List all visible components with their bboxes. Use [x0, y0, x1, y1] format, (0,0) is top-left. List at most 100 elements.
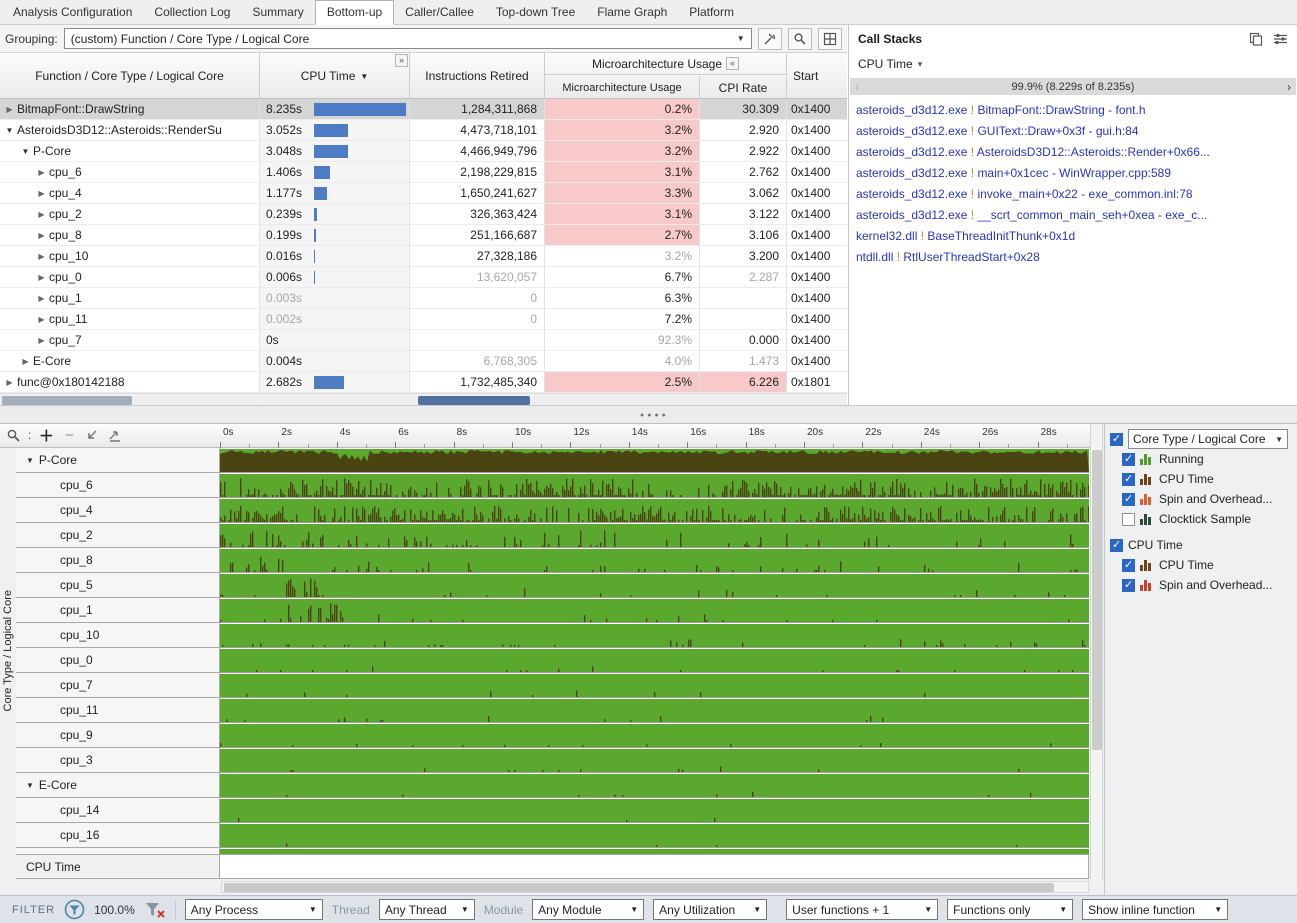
scroll-thumb[interactable] [224, 883, 1054, 892]
expand-icon[interactable]: ▶ [20, 357, 31, 366]
filter-badge-icon[interactable] [64, 899, 85, 920]
collapse-icon[interactable]: ▼ [20, 147, 31, 156]
table-row[interactable]: ▶cpu_00.006s13,620,0576.7%2.2870x1400 [0, 267, 847, 288]
timeline-row-label[interactable]: cpu_14 [16, 798, 220, 823]
table-row[interactable]: ▶cpu_110.002s07.2%0x1400 [0, 309, 847, 330]
expand-icon[interactable]: ▶ [36, 252, 47, 261]
grid-horizontal-scrollbar[interactable] [0, 393, 847, 405]
timeline-track[interactable] [220, 698, 1089, 723]
tab-summary[interactable]: Summary [241, 2, 314, 24]
stack-metric-select[interactable]: CPU Time ▾ [849, 52, 1297, 76]
zoom-fit-button[interactable] [84, 427, 100, 443]
expand-icon[interactable]: ▶ [4, 378, 15, 387]
stack-frame[interactable]: asteroids_d3d12.exe ! invoke_main+0x22 -… [849, 184, 1297, 205]
search-button[interactable] [788, 28, 812, 50]
timeline-track[interactable] [220, 823, 1089, 848]
table-row[interactable]: ▶cpu_10.003s06.3%0x1400 [0, 288, 847, 309]
table-row[interactable]: ▶cpu_70s92.3%0.0000x1400 [0, 330, 847, 351]
expand-icon[interactable]: ▶ [4, 105, 15, 114]
timeline-track[interactable] [220, 573, 1089, 598]
column-header-instructions[interactable]: Instructions Retired [410, 53, 545, 99]
inline-mode-filter[interactable]: Show inline function▼ [1082, 899, 1228, 920]
loop-mode-filter[interactable]: Functions only▼ [947, 899, 1073, 920]
column-settings-button[interactable] [818, 28, 842, 50]
stack-frame[interactable]: ntdll.dll ! RtlUserThreadStart+0x28 [849, 247, 1297, 268]
table-row[interactable]: ▼AsteroidsD3D12::Asteroids::RenderSu3.05… [0, 120, 847, 141]
table-row[interactable]: ▶cpu_20.239s326,363,4243.1%3.1220x1400 [0, 204, 847, 225]
expand-icon[interactable]: ▶ [36, 294, 47, 303]
collapse-column-icon[interactable]: « [726, 57, 739, 70]
zoom-in-button[interactable]: ＋ [38, 427, 54, 443]
timeline-track[interactable] [220, 623, 1089, 648]
call-stack-mode-filter[interactable]: User functions + 1▼ [786, 899, 938, 920]
timeline-track[interactable] [220, 448, 1089, 473]
timeline-row-label[interactable]: cpu_7 [16, 673, 220, 698]
tab-top-down-tree[interactable]: Top-down Tree [485, 2, 586, 24]
timeline-row-label[interactable]: cpu_11 [16, 698, 220, 723]
timeline-row-label[interactable]: ▼E-Core [16, 773, 220, 798]
table-row[interactable]: ▶cpu_41.177s1,650,241,6273.3%3.0620x1400 [0, 183, 847, 204]
scroll-track[interactable] [0, 395, 259, 405]
zoom-tool-icon[interactable] [5, 427, 21, 443]
timeline-horizontal-scrollbar[interactable] [221, 881, 1089, 893]
checkbox[interactable] [1110, 539, 1123, 552]
column-header-cpu-time[interactable]: CPU Time ▼ » [260, 53, 410, 99]
time-ruler-ticks[interactable]: 0s2s4s6s8s10s12s14s16s18s20s22s24s26s28s [220, 424, 1089, 448]
next-stack-button[interactable]: › [1282, 80, 1296, 94]
stack-frame[interactable]: asteroids_d3d12.exe ! GUIText::Draw+0x3f… [849, 121, 1297, 142]
timeline-row-label[interactable]: cpu_10 [16, 623, 220, 648]
timeline-track[interactable] [220, 523, 1089, 548]
grouping-select[interactable]: (custom) Function / Core Type / Logical … [64, 28, 752, 49]
utilization-filter[interactable]: Any Utilization▼ [653, 899, 767, 920]
timeline-track[interactable] [220, 473, 1089, 498]
tab-flame-graph[interactable]: Flame Graph [586, 2, 678, 24]
checkbox[interactable] [1122, 579, 1135, 592]
timeline-row-label[interactable]: cpu_1 [16, 598, 220, 623]
timeline-track[interactable] [220, 748, 1089, 773]
checkbox[interactable] [1122, 473, 1135, 486]
expand-column-icon[interactable]: » [395, 54, 408, 67]
tab-collection-log[interactable]: Collection Log [143, 2, 241, 24]
settings-sliders-icon[interactable] [1273, 32, 1288, 46]
expand-icon[interactable]: ▶ [36, 315, 47, 324]
timeline-track[interactable] [220, 548, 1089, 573]
expand-icon[interactable]: ▶ [36, 168, 47, 177]
timeline-track[interactable] [220, 723, 1089, 748]
timeline-vertical-scrollbar[interactable] [1090, 424, 1103, 879]
customize-grouping-button[interactable] [758, 28, 782, 50]
copy-icon[interactable] [1249, 32, 1263, 46]
timeline-track[interactable] [220, 673, 1089, 698]
zoom-region-button[interactable] [107, 427, 123, 443]
checkbox[interactable] [1122, 493, 1135, 506]
timeline-row-label[interactable]: cpu_8 [16, 548, 220, 573]
checkbox[interactable] [1122, 559, 1135, 572]
previous-stack-button[interactable]: ‹ [850, 80, 864, 94]
expand-icon[interactable]: ▶ [36, 273, 47, 282]
table-row[interactable]: ▶BitmapFont::DrawString8.235s1,284,311,8… [0, 99, 847, 120]
checkbox[interactable] [1122, 513, 1135, 526]
timeline-row-label[interactable]: cpu_3 [16, 748, 220, 773]
expand-icon[interactable]: ▶ [36, 231, 47, 240]
timeline-row-label[interactable]: cpu_5 [16, 573, 220, 598]
stack-frame[interactable]: asteroids_d3d12.exe ! main+0x1cec - WinW… [849, 163, 1297, 184]
stack-frame[interactable]: asteroids_d3d12.exe ! __scrt_common_main… [849, 205, 1297, 226]
table-row[interactable]: ▶cpu_80.199s251,166,6872.7%3.1060x1400 [0, 225, 847, 246]
column-header-start[interactable]: Start [787, 53, 847, 99]
table-row[interactable]: ▶E-Core0.004s6,768,3054.0%1.4730x1400 [0, 351, 847, 372]
column-header-function[interactable]: Function / Core Type / Logical Core [0, 53, 260, 99]
timeline-track[interactable] [220, 648, 1089, 673]
tab-bottom-up[interactable]: Bottom-up [315, 0, 394, 25]
scroll-track[interactable] [260, 395, 846, 405]
scroll-thumb[interactable] [418, 396, 530, 405]
collapse-icon[interactable]: ▼ [26, 781, 34, 790]
stack-frame[interactable]: asteroids_d3d12.exe ! BitmapFont::DrawSt… [849, 100, 1297, 121]
tab-platform[interactable]: Platform [678, 2, 745, 24]
checkbox[interactable] [1110, 433, 1123, 446]
legend-band-select[interactable]: Core Type / Logical Core▼ [1128, 429, 1288, 449]
timeline-row-label[interactable]: cpu_2 [16, 523, 220, 548]
clear-filter-icon[interactable] [144, 900, 166, 919]
scroll-thumb[interactable] [1092, 450, 1102, 750]
module-filter[interactable]: Any Module▼ [532, 899, 644, 920]
collapse-icon[interactable]: ▼ [26, 456, 34, 465]
table-row[interactable]: ▶cpu_61.406s2,198,229,8153.1%2.7620x1400 [0, 162, 847, 183]
